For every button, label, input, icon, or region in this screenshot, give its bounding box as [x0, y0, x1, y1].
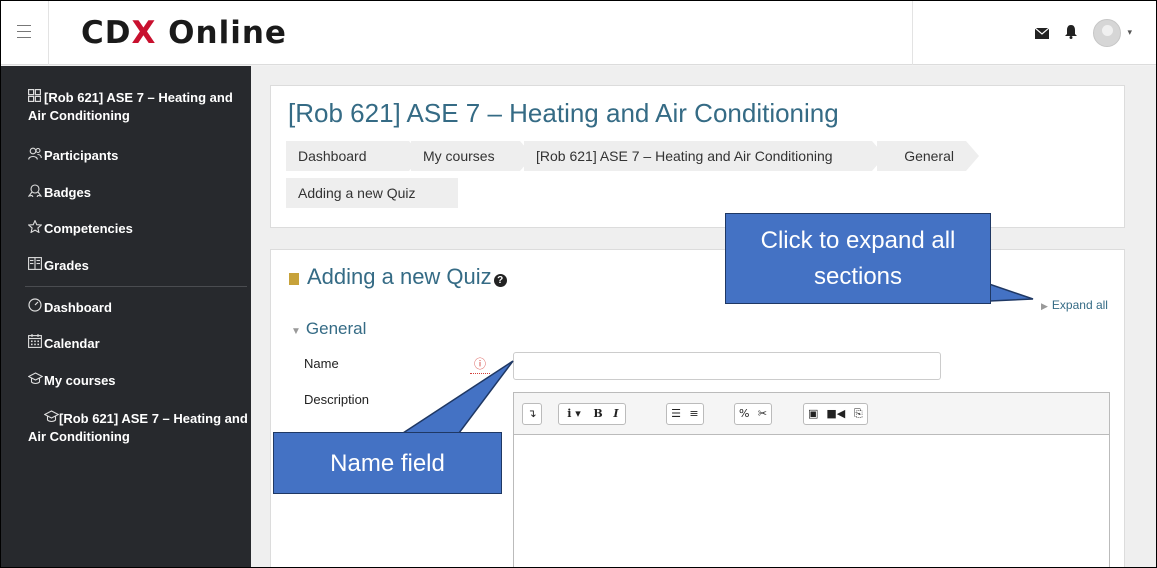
paragraph-style-button[interactable]: i ▾	[559, 404, 589, 424]
name-field[interactable]	[513, 352, 941, 380]
sidebar-item-grades[interactable]: Grades	[1, 257, 251, 275]
star-icon	[27, 219, 44, 238]
breadcrumb-course[interactable]: [Rob 621] ASE 7 – Heating and Air Condit…	[524, 141, 887, 171]
page-header-card: [Rob 621] ASE 7 – Heating and Air Condit…	[270, 85, 1125, 228]
user-avatar[interactable]	[1093, 19, 1122, 47]
hamburger-menu-icon[interactable]	[17, 25, 31, 39]
name-field-callout: Name field	[273, 432, 502, 494]
name-callout-text: Name field	[330, 450, 445, 477]
breadcrumb-general[interactable]: General	[877, 141, 981, 171]
grades-icon	[28, 257, 44, 275]
sidebar-item-calendar[interactable]: Calendar	[1, 334, 251, 353]
form-heading-text: Adding a new Quiz	[307, 264, 492, 289]
collapse-triangle-icon: ▼	[291, 326, 301, 337]
description-editor: ↴ i ▾ B I ☰ ≡ % ✂ ▣ ■◀ ⎘	[513, 392, 1110, 567]
course-grid-icon	[28, 89, 44, 107]
header-icons: ▾	[1035, 19, 1132, 47]
graduation-cap-icon	[28, 410, 60, 428]
image-button[interactable]: ▣	[804, 404, 822, 424]
user-menu-caret[interactable]: ▾	[1127, 28, 1132, 38]
notifications-bell-icon[interactable]	[1065, 24, 1078, 43]
sidebar-item-my-courses[interactable]: My courses	[1, 372, 251, 390]
toolbar-group-format: i ▾ B I	[558, 403, 626, 425]
sidebar-item-label: Dashboard	[44, 300, 112, 315]
page-title: [Rob 621] ASE 7 – Heating and Air Condit…	[288, 98, 839, 128]
sidebar-item-dashboard[interactable]: Dashboard	[1, 298, 251, 317]
help-icon[interactable]: ?	[493, 273, 507, 287]
link-button[interactable]: %	[735, 404, 753, 424]
sidebar-item-competencies[interactable]: Competencies	[1, 219, 251, 238]
dashboard-icon	[28, 298, 44, 317]
editor-toolbar: ↴ i ▾ B I ☰ ≡ % ✂ ▣ ■◀ ⎘	[514, 393, 1109, 435]
description-label: Description	[304, 392, 370, 407]
expand-all-callout: Click to expand all sections	[725, 213, 991, 304]
participants-icon	[28, 147, 44, 165]
breadcrumb-my-courses[interactable]: My courses	[411, 141, 535, 171]
quiz-form-card: Adding a new Quiz ? ▶ Expand all ▼ General…	[270, 249, 1125, 567]
toolbar-group-toggle: ↴	[522, 403, 542, 425]
breadcrumb-current: Adding a new Quiz	[286, 178, 458, 208]
name-label: Name	[304, 356, 339, 371]
quiz-icon	[289, 273, 299, 285]
expand-all-link[interactable]: ▶ Expand all	[1041, 298, 1108, 312]
sidebar-item-label: [Rob 621] ASE 7 – Heating and Air Condit…	[28, 411, 248, 444]
unlink-button[interactable]: ✂	[753, 404, 771, 424]
section-general-label: General	[305, 319, 367, 338]
sidebar-item-label: Calendar	[44, 336, 100, 351]
sidebar-item-label: Participants	[44, 148, 119, 163]
calendar-icon	[28, 334, 44, 353]
toolbar-toggle-button[interactable]: ↴	[523, 404, 541, 424]
screenshot-frame: CDX Online ▾ [Rob 621] ASE 7 – Heating a…	[0, 0, 1157, 568]
sidebar-item-label: Badges	[44, 185, 91, 200]
sidebar-item-badges[interactable]: Badges	[1, 184, 251, 202]
sidebar-item-label: My courses	[44, 373, 116, 388]
sidebar-item-label: [Rob 621] ASE 7 – Heating and Air Condit…	[28, 90, 233, 123]
left-sidebar: [Rob 621] ASE 7 – Heating and Air Condit…	[1, 66, 251, 567]
badge-icon	[27, 184, 44, 202]
toolbar-group-media: ▣ ■◀ ⎘	[803, 403, 869, 425]
sidebar-item-course[interactable]: [Rob 621] ASE 7 – Heating and Air Condit…	[1, 89, 251, 125]
manage-files-button[interactable]: ⎘	[849, 404, 867, 424]
bold-button[interactable]: B	[589, 404, 607, 424]
breadcrumb-dashboard[interactable]: Dashboard	[286, 141, 424, 171]
toolbar-group-links: % ✂	[734, 403, 773, 425]
italic-button[interactable]: I	[607, 404, 625, 424]
top-navbar: CDX Online ▾	[1, 1, 1156, 65]
expand-all-label: Expand all	[1051, 298, 1108, 312]
logo-text-cd: CD	[81, 15, 132, 51]
sidebar-item-course-link[interactable]: [Rob 621] ASE 7 – Heating and Air Condit…	[1, 410, 251, 446]
graduation-cap-icon	[27, 372, 44, 390]
toolbar-group-lists: ☰ ≡	[666, 403, 704, 425]
unordered-list-button[interactable]: ☰	[667, 404, 685, 424]
logo-text-x: X	[131, 15, 157, 51]
form-heading: Adding a new Quiz ?	[289, 264, 507, 290]
required-icon: ⓘ	[469, 357, 491, 374]
sidebar-item-participants[interactable]: Participants	[1, 147, 251, 165]
expand-triangle-icon: ▶	[1041, 301, 1048, 311]
sidebar-item-label: Grades	[44, 258, 89, 273]
logo-text-online: Online	[156, 15, 287, 51]
ordered-list-button[interactable]: ≡	[685, 404, 703, 424]
media-button[interactable]: ■◀	[822, 404, 849, 424]
messages-icon[interactable]	[1035, 24, 1050, 43]
header-divider	[912, 1, 913, 65]
site-logo[interactable]: CDX Online	[81, 14, 287, 52]
editor-content-area[interactable]	[514, 435, 1109, 567]
sidebar-item-label: Competencies	[44, 221, 133, 236]
header-divider	[48, 1, 49, 65]
section-general-toggle[interactable]: ▼ General	[291, 319, 366, 339]
expand-callout-text: Click to expand all sections	[760, 227, 956, 290]
sidebar-divider	[25, 286, 247, 287]
